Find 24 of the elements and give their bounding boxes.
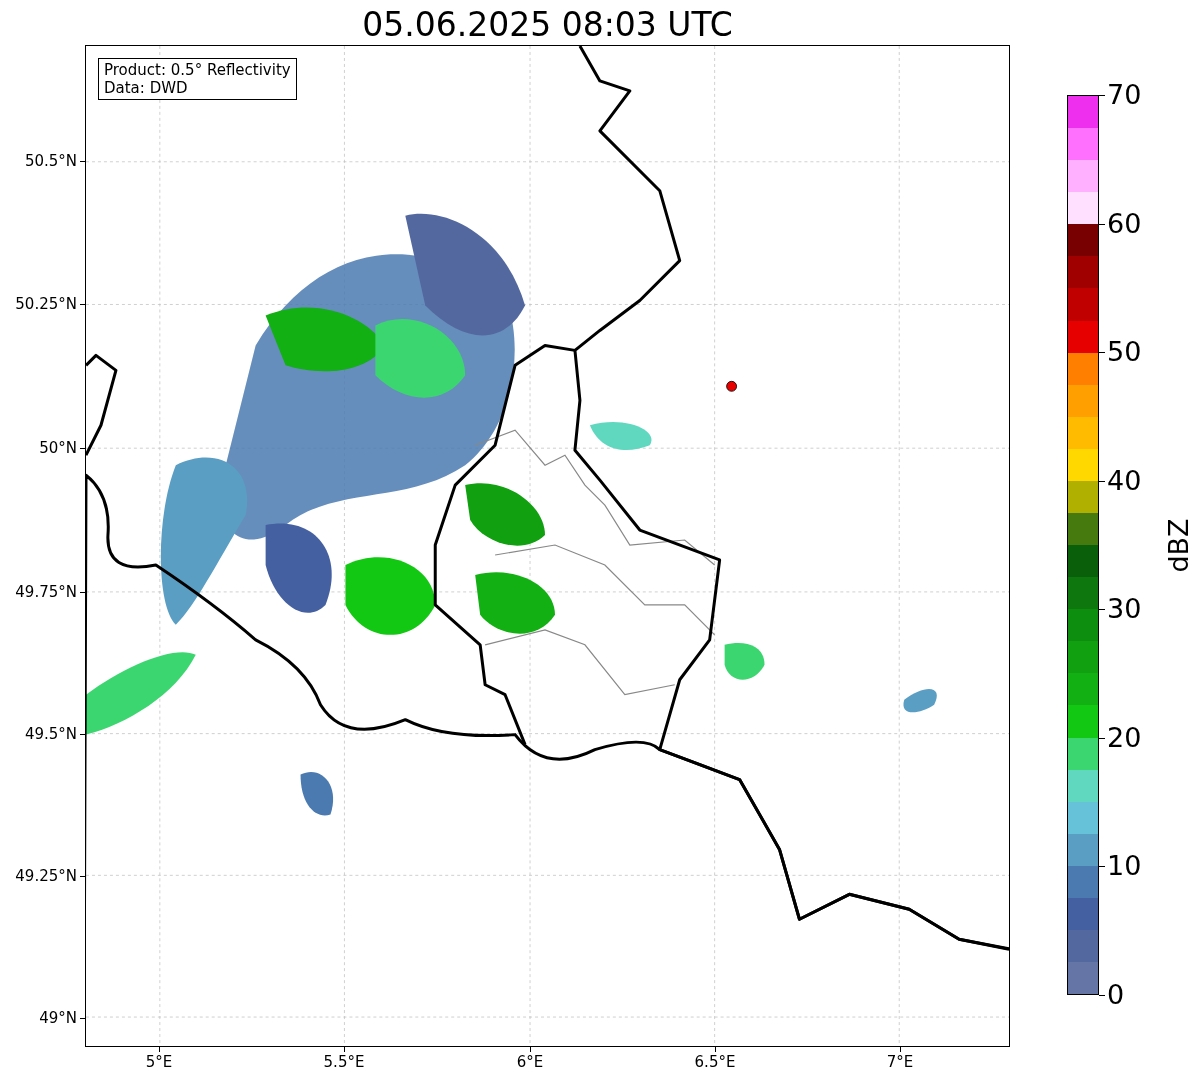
latitude-label: 49.5°N — [24, 725, 77, 743]
colorbar-tick-label: 50 — [1107, 337, 1142, 368]
chart-title: 05.06.2025 08:03 UTC — [361, 4, 734, 45]
longitude-label: 6°E — [516, 1053, 544, 1071]
longitude-label: 5.5°E — [323, 1053, 365, 1071]
longitude-label: 5°E — [145, 1053, 173, 1071]
legend-text: Data: DWD — [104, 79, 189, 97]
colorbar-tick-label: 40 — [1107, 465, 1142, 496]
latitude-label: 49.25°N — [15, 867, 77, 885]
colorbar-tick-label: 20 — [1107, 722, 1142, 753]
legend-text: Product: 0.5° Reflectivity — [104, 61, 291, 79]
colorbar-tick-label: 0 — [1107, 980, 1125, 1010]
latitude-label: 50°N — [39, 439, 77, 457]
colorbar-tick-label: 70 — [1107, 80, 1142, 110]
longitude-label: 6.5°E — [694, 1053, 736, 1071]
latitude-label: 49.75°N — [15, 583, 77, 601]
latitude-label: 50.25°N — [15, 295, 77, 313]
colorbar-tick-label: 60 — [1107, 208, 1142, 239]
latitude-label: 50.5°N — [24, 152, 77, 170]
colorbar-label: dBZ — [1162, 517, 1194, 573]
longitude-label: 7°E — [886, 1053, 914, 1071]
colorbar-tick-label: 30 — [1107, 594, 1142, 625]
latitude-label: 49°N — [39, 1009, 77, 1027]
colorbar-tick-label: 10 — [1107, 851, 1142, 882]
